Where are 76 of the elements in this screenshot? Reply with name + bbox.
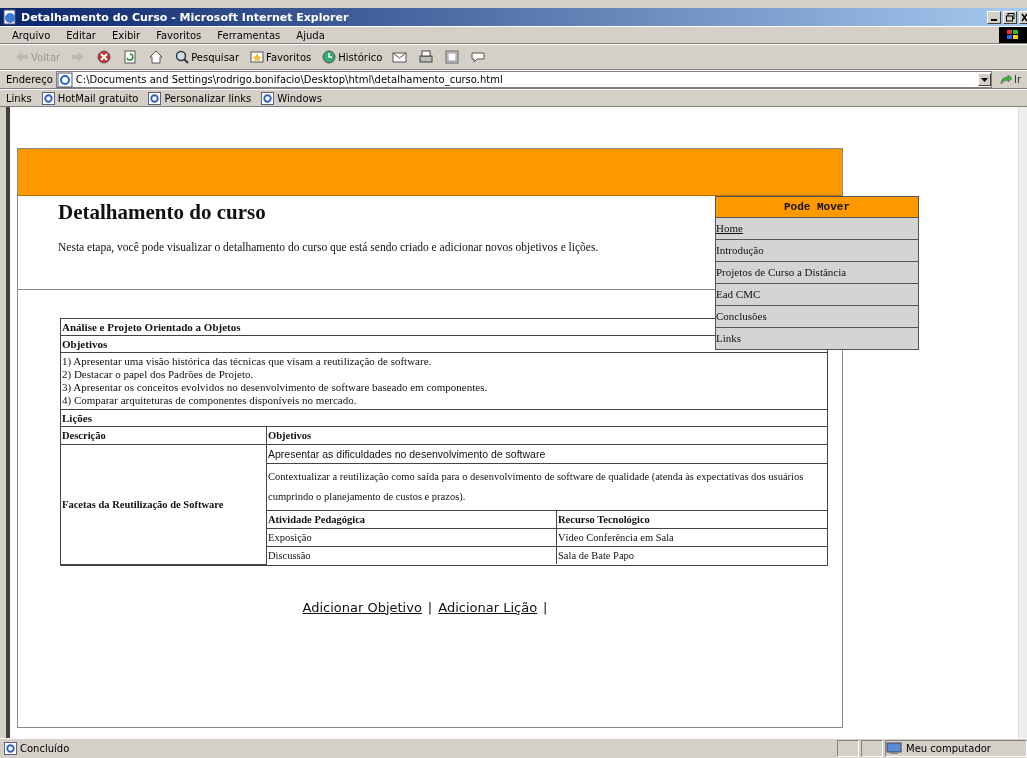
status-pane	[837, 740, 859, 757]
clock-icon	[321, 49, 338, 65]
objective-text: 4) Comparar arquiteturas de componentes disponíveis no mercado.	[62, 394, 358, 407]
caret-icon	[980, 77, 988, 82]
minimize-icon	[991, 18, 997, 21]
minimize-button[interactable]	[987, 10, 1001, 24]
envelope-icon	[392, 49, 409, 65]
table-cell: Discussão	[266, 546, 557, 564]
status-pane	[861, 740, 883, 757]
links-label: Links	[6, 92, 32, 104]
refresh-icon	[122, 49, 139, 65]
maximize-button[interactable]	[1003, 10, 1017, 24]
column-header: Descrição	[61, 427, 267, 445]
security-zone: Meu computador	[885, 740, 1027, 757]
column-header: Atividade Pedagógica	[266, 510, 557, 529]
search-button[interactable]: Pesquisar	[174, 49, 240, 65]
menu-item[interactable]: Arquivo	[12, 29, 51, 41]
window-icon	[444, 49, 461, 65]
intro-text: Nesta etapa, você pode visualizar o detalhamento do curso que está sendo criado e adicionar novos objetivos e lições.	[58, 241, 599, 253]
table-cell: Sala de Bate Papo	[556, 546, 827, 564]
arrow-icon	[998, 73, 1013, 86]
edit-button[interactable]	[444, 49, 461, 65]
search-icon	[174, 49, 191, 65]
objective-text: 3) Apresentar os conceitos evolvidos no desenvolvimento de software baseado em componentes.	[62, 381, 489, 394]
history-button[interactable]: Histórico	[321, 49, 383, 65]
address-field[interactable]: C:\Documents and Settings\rodrigo.bonifacio\Desktop\html\detalhamento_curso.html	[55, 71, 992, 88]
table-cell: Exposição	[266, 528, 557, 547]
dropdown-button[interactable]	[977, 73, 991, 86]
action-link[interactable]: Adicionar Objetivo	[302, 599, 422, 615]
home-button[interactable]	[148, 49, 165, 65]
address-label: Endereço	[6, 74, 53, 85]
discuss-button[interactable]	[470, 49, 487, 65]
floating-menu-title[interactable]: Pode Mover	[716, 197, 918, 218]
printer-icon	[418, 49, 435, 65]
menu-link[interactable]: Conclusões	[716, 306, 918, 328]
status-text: Concluído	[20, 743, 70, 754]
left-arrow-icon	[14, 49, 30, 65]
scrollbar[interactable]	[1018, 107, 1027, 738]
stop-button[interactable]	[96, 49, 113, 65]
page-heading: Detalhamento do curso	[58, 200, 266, 225]
page-icon	[4, 742, 17, 755]
menu-item[interactable]: Editar	[66, 29, 96, 41]
action-link[interactable]: Adicionar Lição	[438, 599, 538, 615]
favorite-link[interactable]: Personalizar links	[148, 91, 252, 105]
separator-text: |	[543, 599, 548, 615]
home-icon	[148, 49, 165, 65]
favorite-link[interactable]: Windows	[261, 91, 322, 105]
stop-icon	[96, 49, 113, 65]
menu-link[interactable]: Projetos de Curso a Distância	[716, 262, 918, 284]
print-button[interactable]	[418, 49, 435, 65]
menu-item[interactable]: Ajuda	[296, 29, 325, 41]
objective-text: 2) Destacar o papel dos Padrões de Projeto.	[62, 368, 255, 381]
close-button[interactable]	[1019, 10, 1027, 24]
windows-logo-icon	[999, 27, 1027, 43]
table-cell: Facetas da Reutilização de Software	[61, 444, 267, 564]
window-title: Detalhamento do Curso - Microsoft Internet Explorer	[21, 10, 349, 24]
refresh-button[interactable]	[122, 49, 139, 65]
menu-link[interactable]: Home	[716, 218, 918, 240]
speech-bubble-icon	[470, 49, 487, 65]
go-button[interactable]: Ir	[998, 73, 1021, 86]
menu-link[interactable]: Introdução	[716, 240, 918, 262]
column-header: Objetivos	[266, 427, 827, 445]
computer-icon	[886, 742, 902, 755]
objective-text: 1) Apresentar uma visão histórica das técnicas que visam a reutilização de software.	[62, 355, 433, 368]
section-heading: Lições	[60, 409, 828, 427]
table-cell: Contextualizar a reutilização como saída para o desenvolvimento de software de qualidade (atenda às expectativas dos usuários cumprindo o planejamento de custos e prazos).	[266, 463, 827, 511]
restore-icon	[1005, 12, 1015, 22]
separator-text: |	[427, 599, 433, 615]
menu-item[interactable]: Exibir	[111, 29, 141, 41]
mail-button[interactable]	[392, 49, 409, 65]
close-icon	[1020, 12, 1027, 22]
menu-item[interactable]: Ferramentas	[217, 29, 281, 41]
favorites-button[interactable]: Favoritos	[249, 49, 312, 65]
menu-link[interactable]: Ead CMC	[716, 284, 918, 306]
favorite-link[interactable]: HotMail gratuito	[41, 91, 139, 105]
menu-item[interactable]: Favoritos	[156, 29, 202, 41]
